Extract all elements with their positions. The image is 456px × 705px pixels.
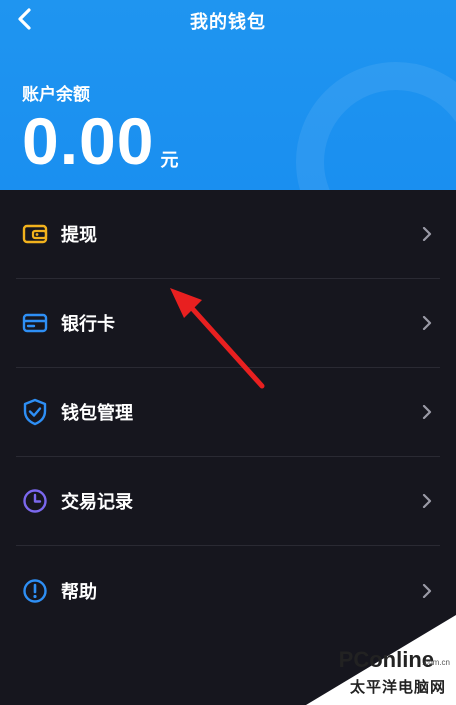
pconline-watermark: PConline .com.cn 太平洋电脑网 xyxy=(306,615,456,705)
card-icon xyxy=(21,309,49,337)
menu-item-label: 交易记录 xyxy=(61,492,133,513)
balance-unit: 元 xyxy=(160,150,179,171)
menu-item-withdraw[interactable]: 提现 xyxy=(16,190,440,279)
chevron-right-icon xyxy=(420,494,434,508)
clock-icon xyxy=(21,487,49,515)
balance-label: 账户余额 xyxy=(22,85,90,105)
info-icon xyxy=(21,577,49,605)
menu-item-label: 银行卡 xyxy=(61,314,115,335)
chevron-right-icon xyxy=(420,583,434,598)
wallet-menu: 提现 银行卡 钱包管理 交易记录 帮助 xyxy=(0,190,456,635)
menu-item-bank-card[interactable]: 银行卡 xyxy=(16,279,440,368)
shield-check-icon xyxy=(21,398,49,426)
menu-item-label: 钱包管理 xyxy=(61,403,133,424)
menu-item-label: 帮助 xyxy=(61,581,97,603)
chevron-right-icon xyxy=(420,227,434,241)
menu-item-label: 提现 xyxy=(61,225,97,246)
balance-amount: 0.00 xyxy=(22,104,155,178)
page-title: 我的钱包 xyxy=(190,12,266,33)
menu-item-wallet-management[interactable]: 钱包管理 xyxy=(16,368,440,457)
watermark-domain: .com.cn xyxy=(421,658,450,667)
watermark-subtitle: 太平洋电脑网 xyxy=(349,678,446,696)
balance-row: 0.00 元 xyxy=(22,108,178,174)
watermark-brand: PConline xyxy=(338,647,434,672)
chevron-right-icon xyxy=(420,405,434,419)
header-decoration xyxy=(296,62,456,190)
wallet-icon xyxy=(21,220,49,248)
chevron-right-icon xyxy=(420,316,434,330)
menu-item-transactions[interactable]: 交易记录 xyxy=(16,457,440,546)
wallet-header: 我的钱包 账户余额 0.00 元 xyxy=(0,0,456,190)
